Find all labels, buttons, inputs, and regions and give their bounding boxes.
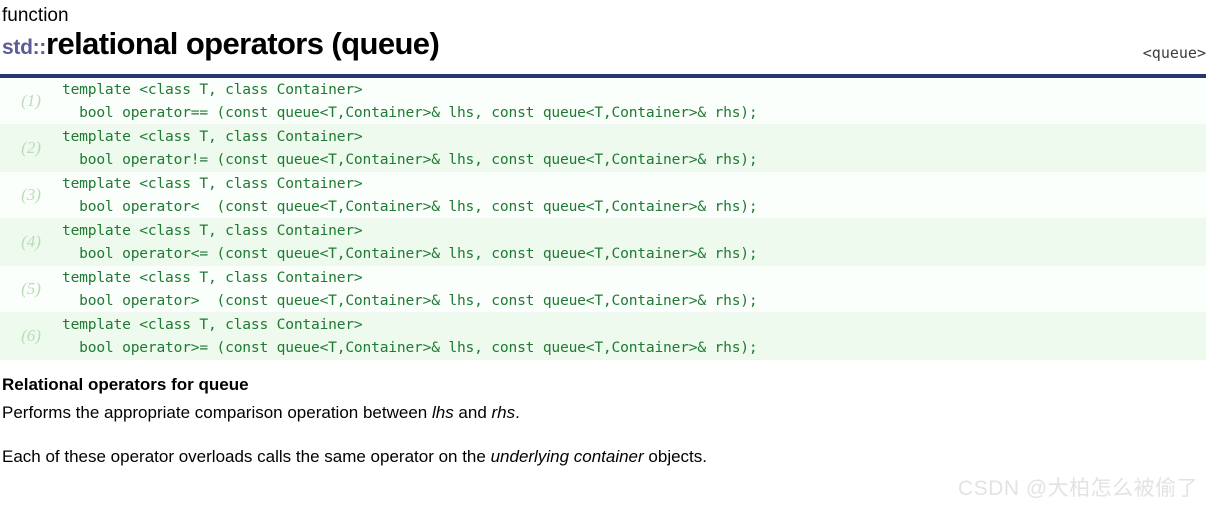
overload-number: (1) bbox=[0, 78, 62, 125]
description-paragraph-2: Each of these operator overloads calls t… bbox=[2, 445, 1206, 469]
para1-lead-text: Performs the appropriate comparison oper… bbox=[2, 403, 432, 422]
csdn-watermark: CSDN @大柏怎么被偷了 bbox=[958, 477, 1199, 500]
prototype-signature: template <class T, class Container> bool… bbox=[62, 312, 1206, 360]
page-title: std:: relational operators (queue) <queu… bbox=[0, 28, 1220, 68]
table-row: (5) template <class T, class Container> … bbox=[0, 265, 1206, 313]
prototype-rows: (1) template <class T, class Container> … bbox=[0, 78, 1206, 360]
prototype-signature: template <class T, class Container> bool… bbox=[62, 218, 1206, 266]
para2-lead-text: Each of these operator overloads calls t… bbox=[2, 447, 491, 466]
overload-number: (2) bbox=[0, 124, 62, 172]
title-divider bbox=[0, 74, 1206, 78]
table-row: (6) template <class T, class Container> … bbox=[0, 312, 1206, 360]
description-paragraph-1: Performs the appropriate comparison oper… bbox=[2, 401, 1206, 425]
entity-kind-label: function bbox=[2, 5, 69, 26]
page-header: function std:: relational operators (que… bbox=[0, 0, 1220, 78]
section-heading: Relational operators for queue bbox=[2, 375, 249, 394]
prototype-signature: template <class T, class Container> bool… bbox=[62, 171, 1206, 219]
para2-trailing-text: objects. bbox=[643, 447, 707, 466]
title-text: relational operators (queue) bbox=[46, 26, 440, 61]
param-rhs-emphasis: rhs bbox=[491, 403, 516, 422]
overload-number: (4) bbox=[0, 218, 62, 266]
include-header-label: <queue> bbox=[1142, 44, 1206, 62]
function-prototypes-table: (1) template <class T, class Container> … bbox=[0, 78, 1206, 360]
para1-conjunction: and bbox=[453, 403, 492, 422]
table-row: (1) template <class T, class Container> … bbox=[0, 78, 1206, 125]
prototype-signature: template <class T, class Container> bool… bbox=[62, 124, 1206, 172]
overload-number: (6) bbox=[0, 312, 62, 360]
overload-number: (3) bbox=[0, 171, 62, 219]
description-section: Relational operators for queue Performs … bbox=[0, 360, 1220, 469]
title-namespace-prefix: std:: bbox=[2, 36, 46, 59]
overload-number: (5) bbox=[0, 265, 62, 313]
underlying-container-emphasis: underlying container bbox=[490, 447, 644, 466]
param-lhs-emphasis: lhs bbox=[431, 403, 454, 422]
table-row: (3) template <class T, class Container> … bbox=[0, 171, 1206, 219]
para1-trailing-text: . bbox=[515, 403, 520, 422]
prototype-signature: template <class T, class Container> bool… bbox=[62, 78, 1206, 125]
table-row: (4) template <class T, class Container> … bbox=[0, 218, 1206, 266]
table-row: (2) template <class T, class Container> … bbox=[0, 124, 1206, 172]
prototype-signature: template <class T, class Container> bool… bbox=[62, 265, 1206, 313]
